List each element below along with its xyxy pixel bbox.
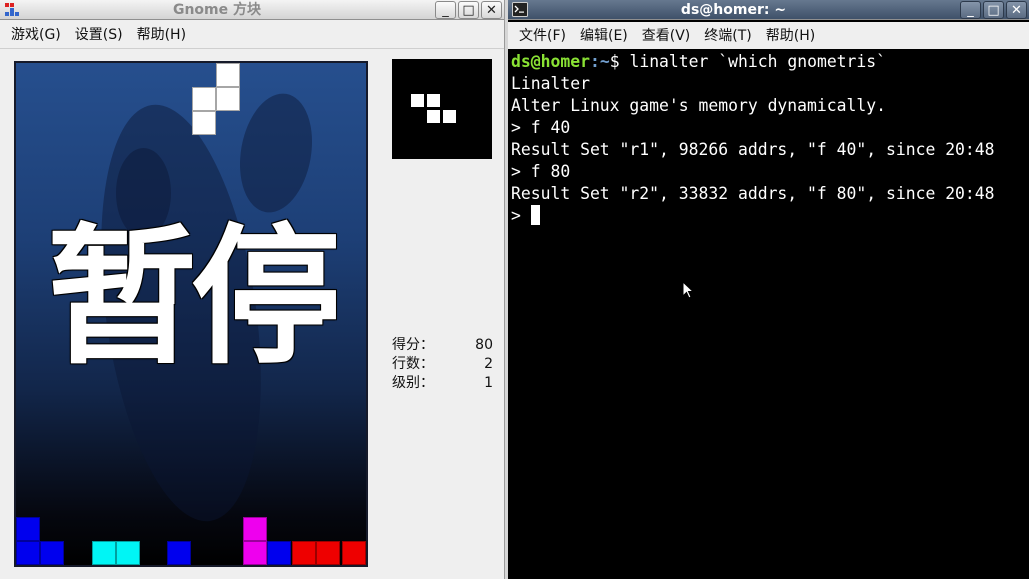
terminal-window: ds@homer: ~ _ □ ✕ 文件(F) 编辑(E) 查看(V) 终端(T…	[508, 0, 1029, 579]
level-value: 1	[484, 375, 493, 391]
lines-row: 行数： 2	[392, 355, 493, 374]
stacked-block	[292, 541, 316, 565]
menu-file[interactable]: 文件(F)	[512, 23, 573, 49]
score-row: 得分： 80	[392, 336, 493, 355]
close-button[interactable]: ✕	[1006, 1, 1027, 19]
stacked-block	[40, 541, 64, 565]
stacked-block	[116, 541, 140, 565]
menu-edit[interactable]: 编辑(E)	[573, 23, 635, 49]
prompt-symbol: $	[609, 52, 630, 71]
stacked-block	[92, 541, 116, 565]
lines-value: 2	[484, 356, 493, 372]
stacked-block	[267, 541, 291, 565]
falling-block	[192, 111, 216, 135]
terminal-titlebar[interactable]: ds@homer: ~ _ □ ✕	[508, 0, 1029, 20]
minimize-button[interactable]: _	[960, 1, 981, 19]
preview-block	[410, 93, 425, 108]
level-row: 级别： 1	[392, 374, 493, 393]
game-board[interactable]: 暂停	[14, 61, 368, 567]
stacked-block	[316, 541, 340, 565]
stacked-block	[243, 541, 267, 565]
output-line: > f 40	[511, 118, 571, 137]
mouse-pointer-icon	[682, 281, 694, 299]
gnome-toe-shape	[231, 87, 321, 219]
preview-block	[426, 93, 441, 108]
next-piece-preview	[392, 59, 492, 159]
score-panel: 得分： 80 行数： 2 级别： 1	[392, 336, 493, 393]
menu-view[interactable]: 查看(V)	[635, 23, 698, 49]
stacked-block	[243, 517, 267, 541]
text-cursor	[530, 205, 540, 225]
score-label: 得分：	[392, 337, 434, 353]
minimize-button[interactable]: _	[435, 1, 456, 19]
paused-label: 暂停	[46, 211, 341, 385]
window-title: Gnome 方块	[172, 2, 262, 18]
output-line: Result Set "r2", 33832 addrs, "f 80", si…	[511, 184, 995, 203]
menu-settings[interactable]: 设置(S)	[68, 22, 130, 48]
gnometris-menubar: 游戏(G) 设置(S) 帮助(H)	[0, 21, 504, 49]
terminal-menubar: 文件(F) 编辑(E) 查看(V) 终端(T) 帮助(H)	[508, 22, 1029, 49]
stacked-block	[342, 541, 366, 565]
gnometris-window: Gnome 方块 _ □ ✕ 游戏(G) 设置(S) 帮助(H) 暂停 得分： …	[0, 0, 505, 579]
menu-game[interactable]: 游戏(G)	[4, 22, 68, 48]
falling-block	[216, 87, 240, 111]
prompt-path: :~	[589, 52, 610, 71]
preview-block	[426, 109, 441, 124]
output-line: Linalter	[511, 74, 590, 93]
close-button[interactable]: ✕	[481, 1, 502, 19]
falling-block	[216, 63, 240, 87]
level-label: 级别：	[392, 375, 434, 391]
stacked-block	[167, 541, 191, 565]
falling-block	[192, 87, 216, 111]
stacked-block	[16, 541, 40, 565]
input-prompt: >	[511, 206, 531, 225]
menu-terminal[interactable]: 终端(T)	[697, 23, 758, 49]
menu-help[interactable]: 帮助(H)	[130, 22, 193, 48]
menu-help[interactable]: 帮助(H)	[759, 23, 822, 49]
maximize-button[interactable]: □	[983, 1, 1004, 19]
gnometris-titlebar[interactable]: Gnome 方块 _ □ ✕	[0, 0, 504, 20]
command-line: ds@homer:~$ linalter `which gnometris`	[511, 51, 1026, 73]
input-line: >	[511, 205, 1026, 227]
command-text: linalter `which gnometris`	[629, 52, 887, 71]
preview-block	[442, 109, 457, 124]
output-line: > f 80	[511, 162, 571, 181]
stacked-block	[16, 517, 40, 541]
score-value: 80	[475, 337, 493, 353]
output-line: Result Set "r1", 98266 addrs, "f 40", si…	[511, 140, 995, 159]
maximize-button[interactable]: □	[458, 1, 479, 19]
window-title: ds@homer: ~	[680, 2, 787, 18]
lines-label: 行数：	[392, 356, 434, 372]
prompt-user: ds@homer	[511, 52, 590, 71]
terminal-output[interactable]: ds@homer:~$ linalter `which gnometris` Li…	[508, 49, 1029, 579]
output-line: Alter Linux game's memory dynamically.	[511, 96, 886, 115]
